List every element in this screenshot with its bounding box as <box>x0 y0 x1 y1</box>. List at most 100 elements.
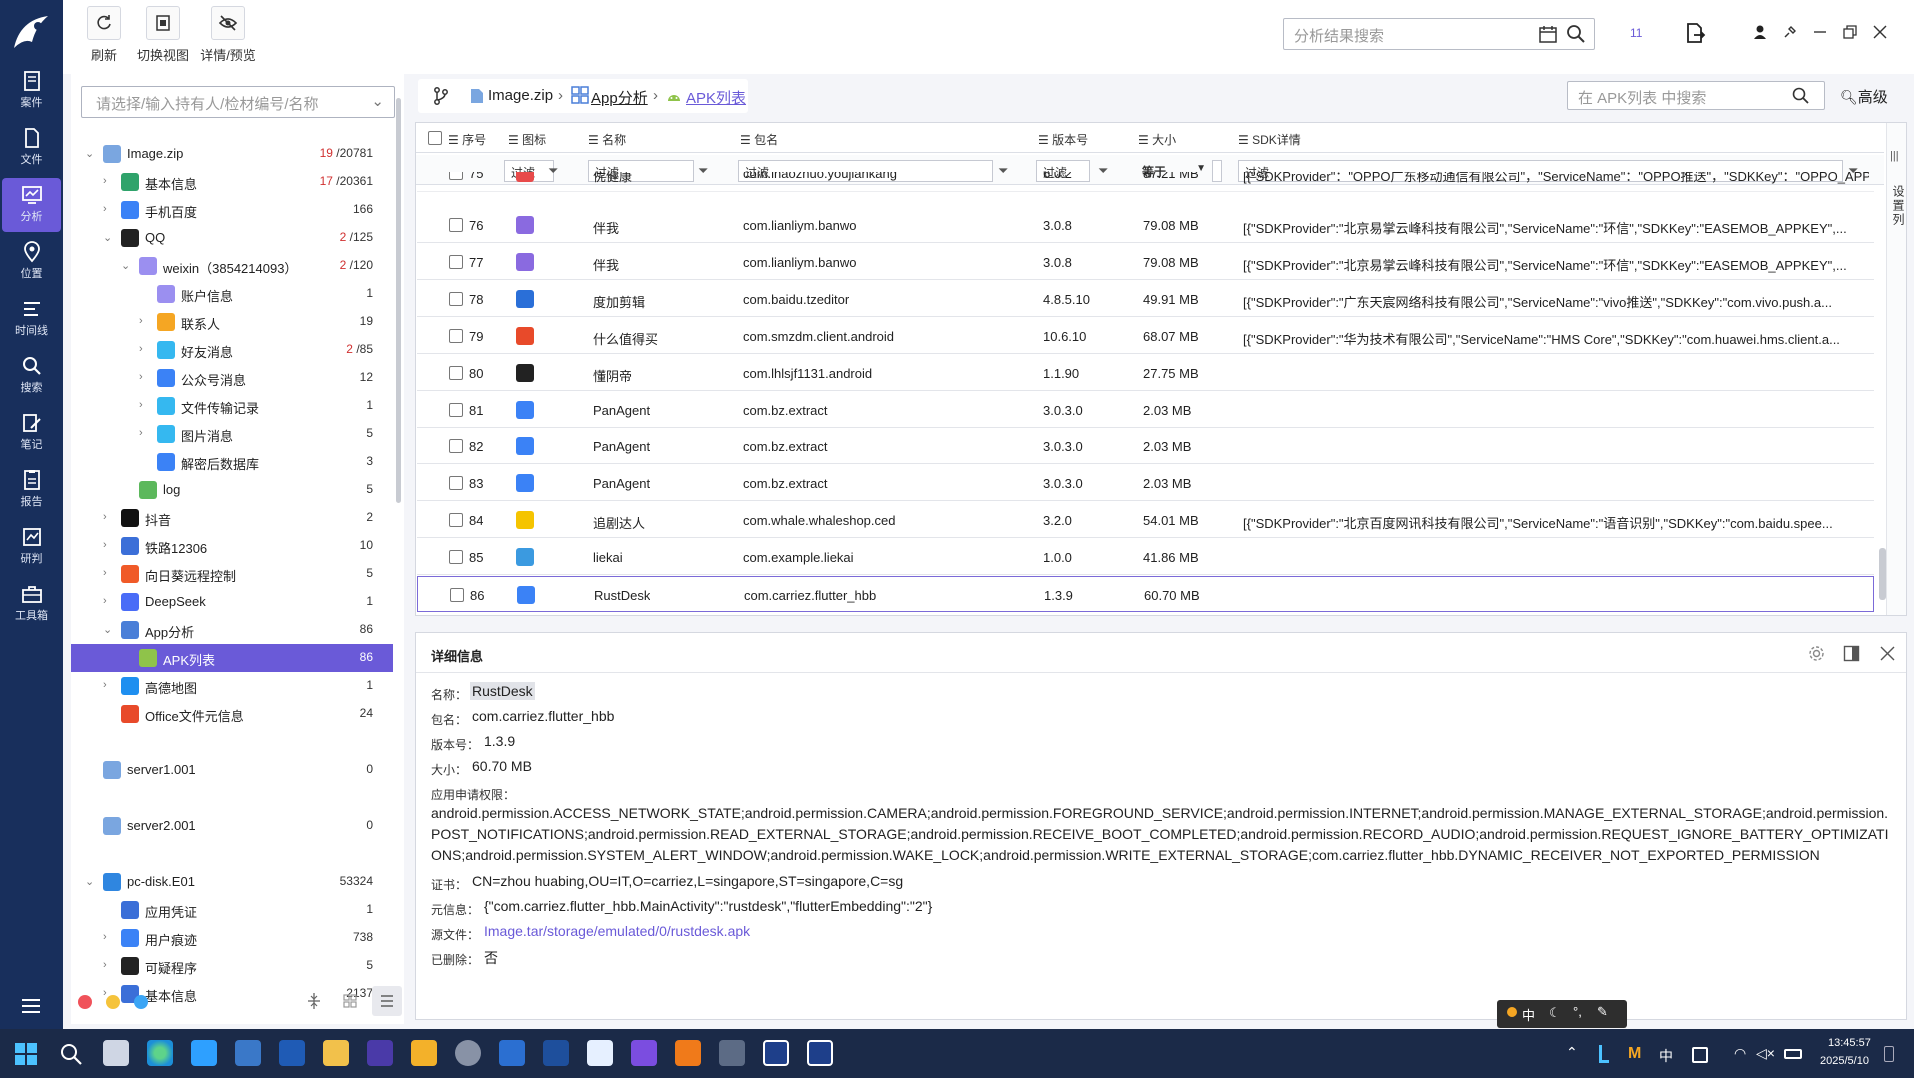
tray-app-icon-1[interactable] <box>1599 1045 1609 1063</box>
collapse-chevron-icon[interactable]: › <box>103 539 113 551</box>
tree-item[interactable]: › 基本信息 17 /20361 <box>71 168 393 196</box>
table-row[interactable]: 80 懂阴帝 com.lhlsjf1131.android 1.1.90 27.75 M… <box>417 355 1874 391</box>
table-row[interactable]: 78 度加剪辑 com.baidu.tzeditor 4.8.5.10 49.91 MB… <box>417 281 1874 317</box>
table-row[interactable]: 83 PanAgent com.bz.extract 3.0.3.0 2.03 MB <box>417 465 1874 501</box>
tray-check-icon[interactable] <box>1692 1047 1708 1063</box>
row-checkbox[interactable] <box>449 366 463 380</box>
row-checkbox[interactable] <box>449 439 463 453</box>
col-name[interactable]: ☰ 名称 <box>588 131 626 148</box>
table-row[interactable]: 76 伴我 com.lianliym.banwo 3.0.8 79.08 MB [{"SD… <box>417 207 1874 243</box>
row-checkbox[interactable] <box>449 403 463 417</box>
nav-toolbox[interactable]: 工具箱 <box>2 577 61 631</box>
collapse-chevron-icon[interactable]: › <box>103 959 113 971</box>
collapse-chevron-icon[interactable]: › <box>103 203 113 215</box>
tree-item[interactable]: › 抖音 2 <box>71 504 393 532</box>
collapse-chevron-icon[interactable]: › <box>139 427 149 439</box>
battery-icon[interactable] <box>1784 1049 1802 1059</box>
app-icon-3[interactable] <box>499 1040 525 1066</box>
settings-app-icon[interactable] <box>455 1040 481 1066</box>
tree-item[interactable]: ⌄ QQ 2 /125 <box>71 224 393 252</box>
app-icon-9[interactable] <box>763 1040 789 1066</box>
expand-chevron-icon[interactable]: ⌄ <box>85 147 95 160</box>
tree-item[interactable]: › 好友消息 2 /85 <box>71 336 393 364</box>
nav-location[interactable]: 位置 <box>2 235 61 289</box>
table-row[interactable]: 82 PanAgent com.bz.extract 3.0.3.0 2.03 MB <box>417 428 1874 464</box>
settings-gear-icon[interactable] <box>1808 645 1825 662</box>
table-row[interactable]: 85 liekai com.example.liekai 1.0.0 41.86 MB <box>417 539 1874 575</box>
collapse-chevron-icon[interactable]: › <box>103 175 113 187</box>
task-badge[interactable]: 11 <box>1630 26 1642 40</box>
row-checkbox[interactable] <box>449 172 463 180</box>
tree-item[interactable]: server1.001 0 <box>71 756 393 784</box>
photos-icon[interactable] <box>235 1040 261 1066</box>
app-icon-2[interactable] <box>411 1040 437 1066</box>
row-checkbox[interactable] <box>449 292 463 306</box>
tree-item[interactable]: › 用户痕迹 738 <box>71 924 393 952</box>
word-icon[interactable] <box>279 1040 305 1066</box>
taskbar-search-icon[interactable] <box>59 1042 83 1066</box>
collapse-chevron-icon[interactable]: › <box>139 371 149 383</box>
close-detail-icon[interactable] <box>1880 646 1895 661</box>
collapse-chevron-icon[interactable]: › <box>103 931 113 943</box>
user-icon[interactable] <box>1752 24 1768 40</box>
col-icon[interactable]: ☰ 图标 <box>508 131 546 148</box>
app-icon-4[interactable] <box>543 1040 569 1066</box>
col-pkg[interactable]: ☰ 包名 <box>740 131 778 148</box>
detail-preview-button[interactable]: 详情/预览 <box>193 6 263 64</box>
wifi-icon[interactable]: ◠ <box>1734 1045 1746 1062</box>
tree-item[interactable]: 解密后数据库 3 <box>71 448 393 476</box>
tray-expand-icon[interactable]: ⌃ <box>1566 1044 1578 1061</box>
calendar-icon[interactable] <box>1538 24 1558 44</box>
collapse-icon[interactable] <box>306 992 322 1010</box>
expand-chevron-icon[interactable]: ⌄ <box>103 623 113 636</box>
minimize-icon[interactable] <box>1812 24 1828 40</box>
col-seq[interactable]: ☰ 序号 <box>448 131 486 148</box>
grid-view-icon[interactable] <box>342 993 358 1009</box>
tray-app-icon-2[interactable]: M <box>1628 1045 1641 1063</box>
windows-start-icon[interactable] <box>14 1042 38 1066</box>
tree-item[interactable]: › 手机百度 166 <box>71 196 393 224</box>
nav-case[interactable]: 案件 <box>2 64 61 118</box>
edge-browser-icon[interactable] <box>147 1040 173 1066</box>
notification-icon[interactable] <box>1884 1046 1894 1062</box>
clock-date[interactable]: 2025/5/10 <box>1820 1055 1869 1067</box>
hamburger-menu-icon[interactable] <box>20 997 42 1015</box>
pin-icon[interactable] <box>1782 24 1798 40</box>
ime-toolbar[interactable]: 中 ☾ °, ✎ <box>1497 1000 1627 1028</box>
list-view-button[interactable] <box>372 986 402 1016</box>
col-size[interactable]: ☰ 大小 <box>1138 131 1176 148</box>
nav-file[interactable]: 文件 <box>2 121 61 175</box>
task-view-icon[interactable] <box>103 1040 129 1066</box>
column-settings-tab[interactable]: 设置列 <box>1886 166 1907 246</box>
collapse-chevron-icon[interactable]: › <box>103 567 113 579</box>
table-row[interactable]: 86 RustDesk com.carriez.flutter_hbb 1.3.9 60… <box>417 576 1874 612</box>
expand-chevron-icon[interactable]: ⌄ <box>85 875 95 888</box>
apk-search-input[interactable]: 在 APK列表 中搜索 <box>1567 81 1825 110</box>
nav-report[interactable]: 报告 <box>2 463 61 517</box>
export-icon[interactable] <box>1684 22 1706 44</box>
advanced-search-button[interactable]: 🔍︎高级 <box>1840 86 1888 107</box>
branch-icon[interactable] <box>432 86 450 106</box>
volume-icon[interactable]: ◁× <box>1756 1045 1775 1062</box>
app-icon-7[interactable] <box>675 1040 701 1066</box>
tree-item[interactable]: › 向日葵远程控制 5 <box>71 560 393 588</box>
tree-item[interactable]: › DeepSeek 1 <box>71 588 393 616</box>
col-ver[interactable]: ☰ 版本号 <box>1038 131 1088 148</box>
tree-item[interactable]: ⌄ weixin（3854214093） 2 /120 <box>71 252 393 280</box>
row-checkbox[interactable] <box>449 329 463 343</box>
collapse-chevron-icon[interactable]: › <box>103 511 113 523</box>
holder-select[interactable]: 请选择/输入持有人/检材编号/名称 ⌄ <box>81 86 395 118</box>
file-explorer-icon[interactable] <box>323 1040 349 1066</box>
expand-chevron-icon[interactable]: ⌄ <box>103 231 113 244</box>
ime-punct-icon[interactable]: °, <box>1573 1004 1582 1019</box>
tree-item[interactable]: › 公众号消息 12 <box>71 364 393 392</box>
refresh-button[interactable]: 刷新 <box>83 6 125 64</box>
tree-item[interactable]: › 图片消息 5 <box>71 420 393 448</box>
ime-lang[interactable]: 中 <box>1522 1005 1535 1024</box>
app-icon-8[interactable] <box>719 1040 745 1066</box>
row-checkbox[interactable] <box>449 513 463 527</box>
collapse-chevron-icon[interactable]: › <box>103 595 113 607</box>
tree-item[interactable]: › 联系人 19 <box>71 308 393 336</box>
nav-notes[interactable]: 笔记 <box>2 406 61 460</box>
table-row[interactable]: 84 追剧达人 com.whale.whaleshop.ced 3.2.0 54.01 … <box>417 502 1874 538</box>
